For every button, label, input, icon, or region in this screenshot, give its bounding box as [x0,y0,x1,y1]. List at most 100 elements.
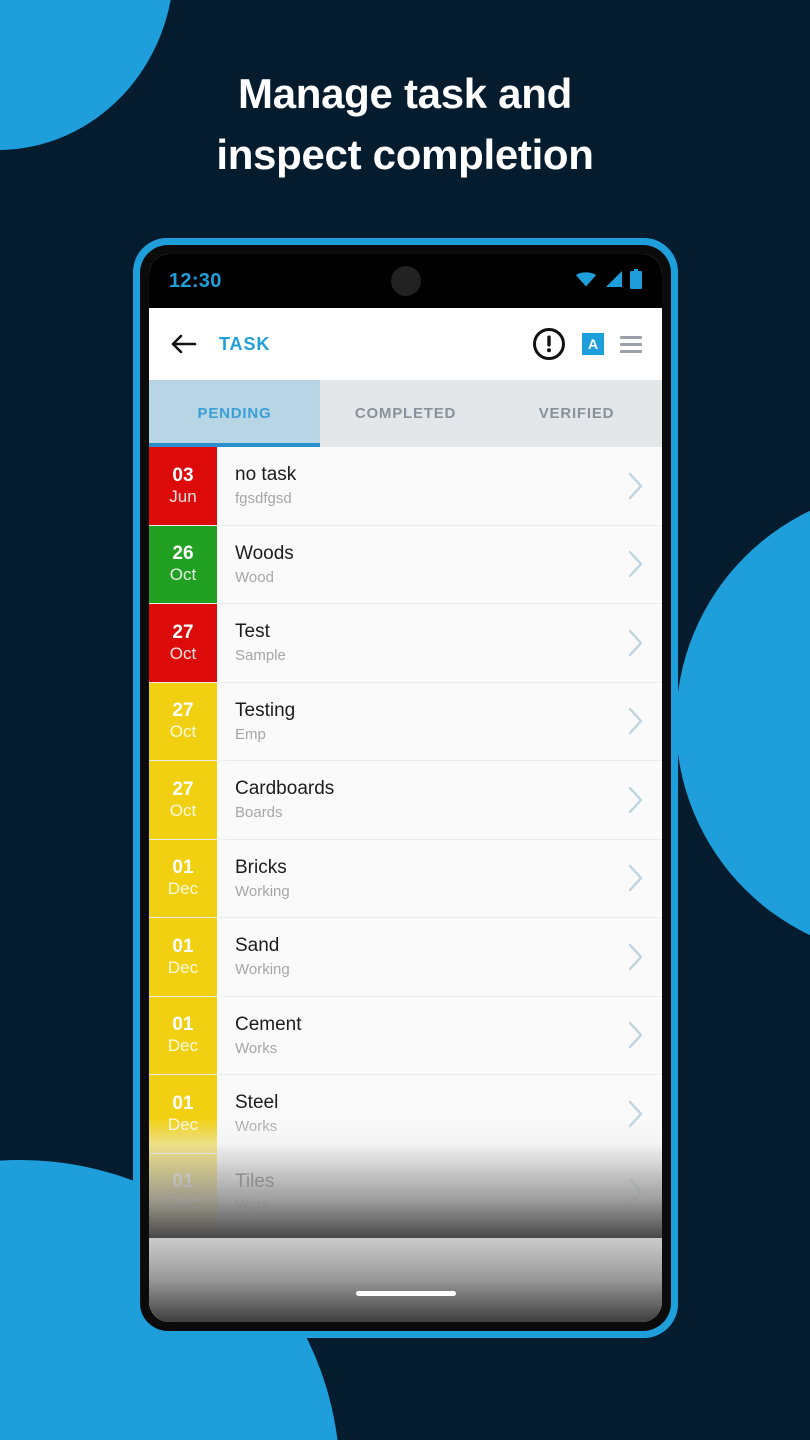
battery-icon [630,268,642,294]
task-date-tile: 01 Dec [149,996,217,1074]
task-date-month: Oct [169,565,197,585]
system-navigation-bar [149,1238,662,1322]
task-subtitle: fgsdfgsd [235,490,292,508]
task-subtitle: Emp [235,725,266,743]
task-title: Cardboards [235,778,335,800]
decorative-circle-right [676,488,810,958]
chevron-right-icon[interactable] [610,683,662,761]
language-badge-button[interactable]: A [582,333,604,355]
task-date-day: 03 [172,464,194,486]
task-date-day: 27 [172,621,194,643]
task-rows-container: 03 Jun no task fgsdfgsd 26 Oct Woods Wood 27 Oct T… [149,447,662,1232]
task-date-month: Jun [169,486,197,506]
chevron-right-icon[interactable] [610,918,662,996]
task-date-month: Dec [167,879,199,899]
task-title: Tiles [235,1170,275,1192]
phone-bezel: 12:30 TASK A PENDING COMPLETED VERIFIED … [140,245,671,1331]
task-row-body: Steel Works [217,1075,610,1153]
tab-completed[interactable]: COMPLETED [320,380,491,447]
task-row[interactable]: 27 Oct Testing Emp [149,682,662,761]
task-date-month: Dec [167,1114,199,1134]
task-date-tile: 03 Jun [149,447,217,525]
task-title: Steel [235,1092,279,1114]
headline-line-1: Manage task and [238,70,572,117]
task-row[interactable]: 01 Dec Cement Works [149,996,662,1075]
task-row-body: Test Sample [217,604,610,682]
task-title: Test [235,621,270,643]
task-row[interactable]: 27 Oct Test Sample [149,604,662,683]
app-toolbar: TASK A [149,308,662,380]
task-title: Cement [235,1013,302,1035]
task-date-day: 01 [172,857,194,879]
task-title: no task [235,464,297,486]
chevron-right-icon[interactable] [610,997,662,1075]
task-title: Bricks [235,856,287,878]
task-row-body: no task fgsdfgsd [217,447,610,525]
page-title: TASK [219,333,271,354]
task-title: Sand [235,935,280,957]
task-date-day: 01 [172,935,194,957]
task-row-body: Bricks Working [217,840,610,918]
task-row[interactable]: 01 Dec Steel Works [149,1075,662,1154]
task-date-tile: 27 Oct [149,761,217,839]
task-row-body: Sand Working [217,918,610,996]
task-row-body: Testing Emp [217,683,610,761]
task-row-body: Cement Works [217,997,610,1075]
task-row[interactable]: 03 Jun no task fgsdfgsd [149,447,662,526]
chevron-right-icon[interactable] [610,1154,662,1232]
task-subtitle: Wood [235,568,274,586]
toolbar-actions: A [532,327,642,361]
task-subtitle: Working [235,882,290,900]
task-subtitle: Sample [235,647,286,665]
status-bar-clock: 12:30 [169,269,222,292]
headline-line-2: inspect completion [216,130,594,178]
back-arrow-icon[interactable] [169,330,197,358]
task-date-tile: 01 Dec [149,1075,217,1153]
task-row-body: Tiles Work [217,1154,610,1232]
tab-verified[interactable]: VERIFIED [491,380,662,447]
task-date-month: Oct [169,800,197,820]
task-row[interactable]: 27 Oct Cardboards Boards [149,761,662,840]
chevron-right-icon[interactable] [610,526,662,604]
task-date-month: Oct [169,722,197,742]
task-row-body: Cardboards Boards [217,761,610,839]
chevron-right-icon[interactable] [610,604,662,682]
task-subtitle: Working [235,961,290,979]
task-date-day: 01 [172,1171,194,1193]
task-date-day: 01 [172,1014,194,1036]
task-date-tile: 27 Oct [149,604,217,682]
task-date-day: 26 [172,543,194,565]
phone-screen: 12:30 TASK A PENDING COMPLETED VERIFIED … [149,254,662,1322]
gesture-pill[interactable] [355,1291,456,1296]
wifi-icon [575,270,597,293]
hamburger-menu-icon[interactable] [620,335,642,353]
task-row[interactable]: 01 Dec Tiles Work [149,1153,662,1232]
task-row[interactable]: 26 Oct Woods Wood [149,525,662,604]
task-subtitle: Works [235,1039,278,1057]
alert-exclamation-icon[interactable] [532,327,566,361]
task-date-month: Dec [167,1193,199,1213]
signal-icon [604,270,623,293]
task-row[interactable]: 01 Dec Sand Working [149,918,662,997]
task-date-day: 27 [172,778,194,800]
task-list[interactable]: 03 Jun no task fgsdfgsd 26 Oct Woods Wood 27 Oct T… [149,447,662,1238]
task-subtitle: Work [235,1196,270,1214]
task-date-tile: 01 Dec [149,918,217,996]
chevron-right-icon[interactable] [610,1075,662,1153]
tab-pending[interactable]: PENDING [149,380,320,447]
task-date-tile: 26 Oct [149,525,217,603]
chevron-right-icon[interactable] [610,840,662,918]
task-date-tile: 27 Oct [149,682,217,760]
chevron-right-icon[interactable] [610,761,662,839]
phone-mockup: 12:30 TASK A PENDING COMPLETED VERIFIED … [133,238,678,1338]
task-title: Testing [235,699,296,721]
task-date-day: 01 [172,1092,194,1114]
task-subtitle: Boards [235,804,283,822]
front-camera-punch-hole [390,266,421,296]
page-headline: Manage task and inspect completion [0,64,810,186]
status-bar: 12:30 [149,254,662,308]
task-date-month: Dec [167,1036,199,1056]
task-row[interactable]: 01 Dec Bricks Working [149,839,662,918]
chevron-right-icon[interactable] [610,447,662,525]
task-date-day: 27 [172,700,194,722]
